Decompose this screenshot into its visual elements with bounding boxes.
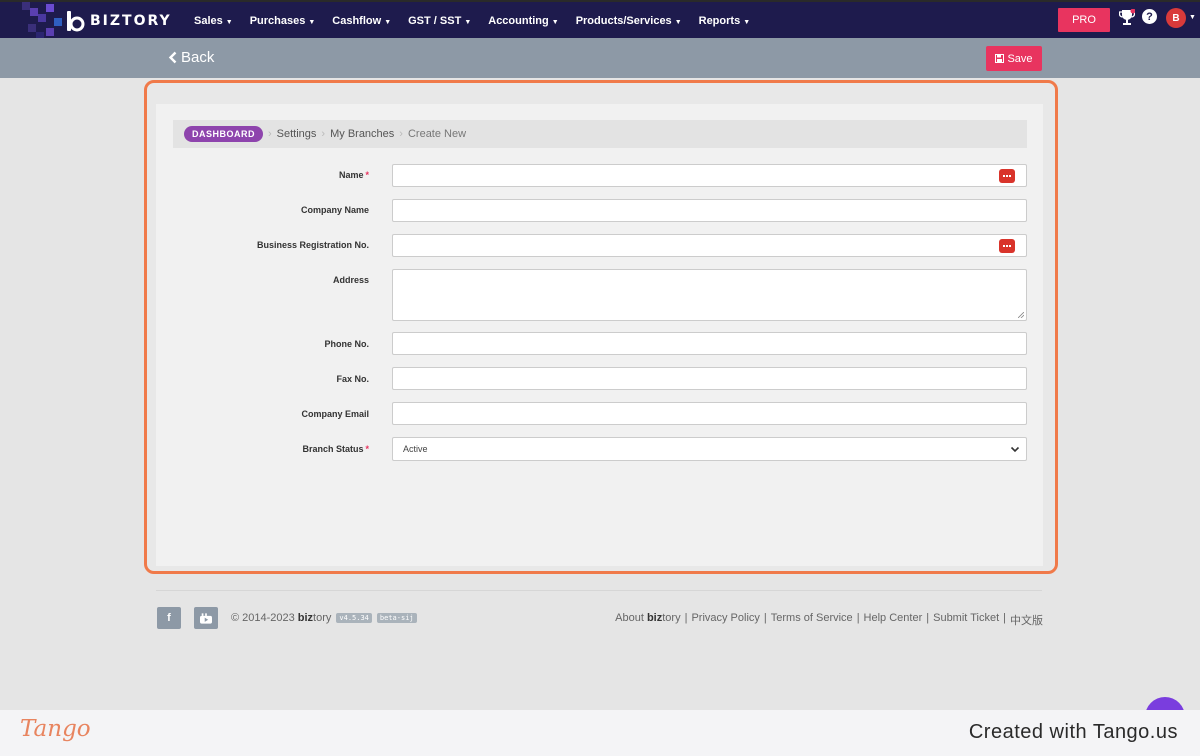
separator: |	[926, 612, 930, 624]
address-label: Address	[332, 275, 369, 285]
brand-logo[interactable]: BIZTORY	[66, 10, 172, 32]
separator: |	[1003, 612, 1006, 624]
separator: |	[684, 612, 688, 624]
chevron-down-icon: ▼	[308, 19, 316, 26]
nav-reports[interactable]: Reports ▼	[699, 15, 751, 27]
chevron-down-icon: ▼	[225, 19, 233, 26]
tango-logo: Tango	[20, 716, 91, 742]
chevron-right-icon: ›	[268, 128, 272, 140]
breadcrumb-current: Create New	[407, 128, 467, 140]
nav-products-services-label: Products/Services	[575, 15, 672, 27]
address-textarea[interactable]	[392, 269, 1027, 321]
footer-link-ticket[interactable]: Submit Ticket	[933, 612, 999, 628]
chevron-down-icon: ▼	[674, 19, 682, 26]
brand-name: BIZTORY	[90, 13, 172, 29]
user-avatar[interactable]: B	[1166, 8, 1186, 28]
nav-purchases-label: Purchases	[249, 15, 306, 27]
required-mark: *	[365, 444, 369, 454]
company-email-input[interactable]	[392, 402, 1027, 425]
nav-sales-label: Sales	[194, 15, 223, 27]
chevron-left-icon	[168, 51, 177, 64]
business-registration-input[interactable]	[392, 234, 1027, 257]
about-rest: tory	[662, 612, 681, 624]
chevron-right-icon: ›	[399, 128, 403, 140]
facebook-icon[interactable]: f	[157, 607, 181, 629]
footer-link-privacy[interactable]: Privacy Policy	[691, 612, 759, 628]
separator: |	[856, 612, 860, 624]
pro-button[interactable]: PRO	[1058, 8, 1110, 32]
phone-label: Phone No.	[324, 339, 370, 349]
breadcrumb-dashboard[interactable]: DASHBOARD	[184, 126, 263, 142]
chevron-down-icon: ▼	[464, 19, 472, 26]
footer-divider	[156, 590, 1042, 591]
chevron-down-icon: ▼	[743, 19, 751, 26]
youtube-icon[interactable]	[194, 607, 218, 629]
chevron-down-icon: ▼	[551, 19, 559, 26]
company-email-label: Company Email	[301, 409, 369, 419]
branch-status-value: Active	[403, 444, 428, 454]
fax-input[interactable]	[392, 367, 1027, 390]
footer-brand: biztory	[298, 612, 332, 624]
back-label: Back	[181, 49, 215, 66]
resize-grip-icon[interactable]	[1018, 312, 1024, 318]
chevron-down-icon: ▼	[384, 19, 392, 26]
footer-link-chinese[interactable]: 中文版	[1010, 612, 1043, 628]
save-button[interactable]: Save	[986, 46, 1042, 71]
footer-links: About biztory | Privacy Policy | Terms o…	[615, 612, 1043, 628]
floppy-disk-icon	[995, 54, 1005, 63]
chevron-down-icon	[1010, 446, 1020, 453]
branch-status-label-text: Branch Status	[302, 444, 364, 454]
nav-accounting-label: Accounting	[488, 15, 549, 27]
about-prefix: About	[615, 612, 644, 624]
nav-gst-sst[interactable]: GST / SST ▼	[408, 15, 471, 27]
fax-label: Fax No.	[336, 374, 369, 384]
breadcrumb-my-branches[interactable]: My Branches	[330, 128, 394, 140]
nav-cashflow-label: Cashflow	[332, 15, 382, 27]
about-bold: biz	[646, 612, 663, 624]
name-label: Name *	[169, 170, 369, 180]
help-icon[interactable]: ?	[1142, 9, 1157, 24]
youtube-glyph	[200, 612, 212, 624]
tango-credit: Created with Tango.us	[968, 721, 1178, 743]
branch-status-select[interactable]: Active	[392, 437, 1027, 461]
nav-reports-label: Reports	[698, 15, 741, 27]
phone-input[interactable]	[392, 332, 1027, 355]
beta-badge: beta-sij	[376, 613, 417, 623]
footer-link-about[interactable]: About biztory	[615, 612, 680, 628]
chevron-right-icon: ›	[321, 128, 326, 140]
copyright: © 2014-2023 biztory v4.5.34 beta-sij	[231, 612, 417, 624]
nav-products-services[interactable]: Products/Services ▼	[576, 15, 682, 27]
name-input[interactable]	[392, 164, 1027, 187]
footer-link-terms[interactable]: Terms of Service	[771, 612, 853, 628]
trophy-icon[interactable]	[1119, 9, 1135, 27]
business-registration-label: Business Registration No.	[256, 240, 369, 250]
back-button[interactable]: Back	[168, 49, 214, 66]
main-menu: Sales ▼ Purchases ▼ Cashflow ▼ GST / SST ▼ A…	[194, 2, 767, 40]
company-name-input[interactable]	[392, 199, 1027, 222]
nav-sales[interactable]: Sales ▼	[194, 15, 233, 27]
action-bar: Back Save	[0, 38, 1200, 78]
biztory-logo-icon	[67, 11, 85, 32]
separator: |	[763, 612, 767, 624]
top-navbar: BIZTORY Sales ▼ Purchases ▼ Cashflow ▼ GST …	[0, 0, 1200, 40]
more-options-icon[interactable]	[999, 169, 1015, 183]
nav-accounting[interactable]: Accounting ▼	[488, 15, 558, 27]
save-label: Save	[1007, 52, 1033, 65]
name-label-text: Name	[338, 170, 364, 180]
more-options-icon[interactable]	[999, 239, 1015, 253]
nav-purchases[interactable]: Purchases ▼	[250, 15, 316, 27]
footer-brand-rest: tory	[313, 612, 332, 624]
breadcrumb: DASHBOARD › Settings › My Branches › Cre…	[173, 120, 1027, 148]
required-mark: *	[365, 170, 369, 180]
nav-cashflow[interactable]: Cashflow ▼	[332, 15, 391, 27]
breadcrumb-settings[interactable]: Settings	[277, 128, 317, 140]
footer-link-help[interactable]: Help Center	[864, 612, 923, 628]
nav-gst-sst-label: GST / SST	[408, 15, 462, 27]
version-badge: v4.5.34	[336, 613, 372, 623]
company-name-label: Company Name	[300, 205, 369, 215]
footer-brand-bold: biz	[297, 612, 314, 624]
chevron-down-icon[interactable]: ▼	[1189, 14, 1196, 21]
branch-status-label: Branch Status *	[169, 444, 369, 454]
copyright-text: © 2014-2023	[231, 612, 295, 624]
